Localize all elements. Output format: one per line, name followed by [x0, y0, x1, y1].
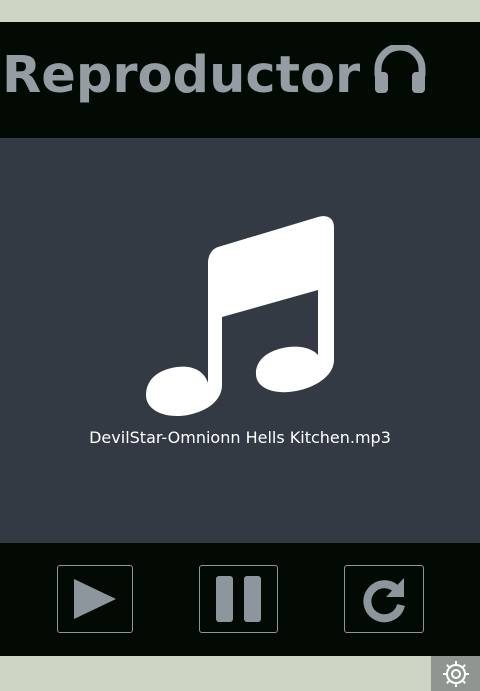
pause-button[interactable] [199, 565, 278, 633]
header: Reproductor [0, 22, 480, 138]
controls-bar [0, 543, 480, 656]
settings-gear-icon [442, 660, 469, 687]
repeat-button[interactable] [344, 565, 424, 633]
pause-icon [215, 576, 261, 622]
page-title: Reproductor [2, 45, 361, 105]
track-name: DevilStar-Omnionn Hells Kitchen.mp3 [89, 428, 391, 447]
play-icon [74, 579, 116, 619]
player-panel: DevilStar-Omnionn Hells Kitchen.mp3 [0, 138, 480, 543]
bottom-strip [0, 656, 480, 691]
music-note-icon [146, 216, 334, 417]
settings-corner[interactable] [431, 656, 480, 691]
repeat-icon [363, 578, 405, 623]
headphones-icon [374, 43, 426, 93]
top-strip [0, 0, 480, 22]
play-button[interactable] [57, 565, 133, 633]
title-wrap: Reproductor [2, 40, 426, 110]
